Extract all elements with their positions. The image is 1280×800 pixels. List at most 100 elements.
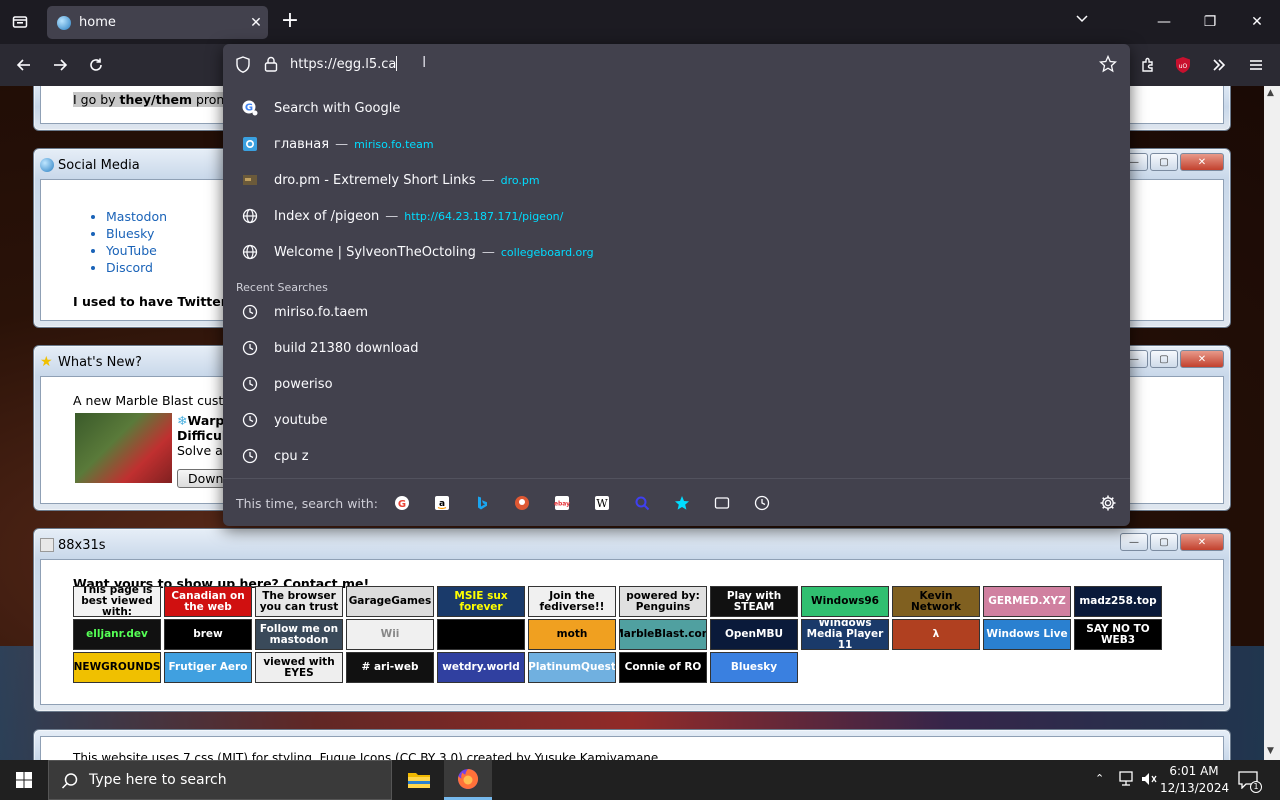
button-88x31[interactable]: elljanr.dev bbox=[73, 619, 161, 650]
maximize-icon[interactable]: ▢ bbox=[1150, 153, 1178, 171]
bookmark-star-icon[interactable] bbox=[1098, 54, 1118, 77]
button-88x31[interactable]: Follow me on mastodon bbox=[255, 619, 343, 650]
wikipedia-engine-icon[interactable]: W bbox=[592, 493, 612, 513]
clock-date: 12/13/2024 bbox=[1160, 781, 1230, 795]
suggestion-row[interactable]: Welcome | SylveonTheOctoling — collegeboar… bbox=[223, 234, 1130, 270]
recent-search-row[interactable]: miriso.fo.taem bbox=[223, 294, 1130, 330]
button-88x31[interactable]: OpenMBU bbox=[710, 619, 798, 650]
recent-search-row[interactable]: poweriso bbox=[223, 366, 1130, 402]
lock-icon[interactable] bbox=[263, 55, 279, 77]
url-input-row[interactable]: https://egg.l5.ca I bbox=[223, 44, 1130, 86]
button-88x31[interactable]: powered by: Penguins bbox=[619, 586, 707, 617]
button-88x31[interactable]: Windows Live bbox=[983, 619, 1071, 650]
button-88x31[interactable]: Canadian on the web bbox=[164, 586, 252, 617]
button-88x31[interactable]: Windows Media Player 11 bbox=[801, 619, 889, 650]
scroll-down-icon[interactable]: ▼ bbox=[1267, 746, 1274, 756]
suggestion-row[interactable]: главная — miriso.fo.team bbox=[223, 126, 1130, 162]
recent-search-row[interactable]: cpu z bbox=[223, 438, 1130, 474]
suggestion-row[interactable]: Index of /pigeon — http://64.23.187.171/pi… bbox=[223, 198, 1130, 234]
tracking-protection-shield-icon[interactable] bbox=[235, 56, 251, 78]
globe-icon bbox=[40, 158, 54, 172]
volume-icon[interactable] bbox=[1140, 771, 1158, 791]
tab-home[interactable]: home ✕ bbox=[47, 6, 268, 39]
recent-search-row[interactable]: build 21380 download bbox=[223, 330, 1130, 366]
bookmarks-star-icon[interactable] bbox=[672, 493, 692, 513]
button-88x31[interactable]: NEWGROUNDS bbox=[73, 652, 161, 683]
tabs-icon[interactable] bbox=[712, 493, 732, 513]
button-88x31[interactable]: Join the fediverse!! bbox=[528, 586, 616, 617]
more-tools-icon[interactable] bbox=[1206, 52, 1232, 78]
firefox-view-icon[interactable] bbox=[8, 10, 32, 34]
link-discord[interactable]: Discord bbox=[106, 259, 167, 276]
marble-blast-screenshot bbox=[75, 413, 172, 483]
button-88x31[interactable]: wetdry.world bbox=[437, 652, 525, 683]
recent-search-row[interactable]: youtube bbox=[223, 402, 1130, 438]
close-icon[interactable]: ✕ bbox=[1180, 533, 1224, 551]
file-explorer-icon[interactable] bbox=[395, 760, 443, 800]
new-tab-button[interactable]: + bbox=[278, 10, 302, 34]
start-button[interactable] bbox=[0, 760, 48, 800]
suggestion-row[interactable]: dro.pm - Extremely Short Links — dro.pm bbox=[223, 162, 1130, 198]
close-icon[interactable]: ✕ bbox=[1180, 350, 1224, 368]
taskbar-search-box[interactable]: Type here to search bbox=[48, 760, 392, 800]
button-88x31[interactable] bbox=[437, 619, 525, 650]
firefox-taskbar-icon[interactable] bbox=[444, 760, 492, 800]
page-scrollbar[interactable]: ▲ ▼ bbox=[1264, 86, 1280, 760]
forward-button[interactable] bbox=[47, 52, 73, 78]
amazon-engine-icon[interactable]: a bbox=[432, 493, 452, 513]
search-with-google-row[interactable]: G Search with Google bbox=[223, 90, 1130, 126]
button-88x31[interactable]: GERMED.XYZ bbox=[983, 586, 1071, 617]
link-bluesky[interactable]: Bluesky bbox=[106, 225, 167, 242]
button-88x31[interactable]: MSIE sux forever bbox=[437, 586, 525, 617]
button-88x31[interactable]: Bluesky bbox=[710, 652, 798, 683]
back-button[interactable] bbox=[11, 52, 37, 78]
google-engine-icon[interactable]: G bbox=[392, 493, 412, 513]
button-88x31[interactable]: Play with STEAM bbox=[710, 586, 798, 617]
button-88x31[interactable]: Wii bbox=[346, 619, 434, 650]
close-window-button[interactable]: ✕ bbox=[1245, 10, 1269, 34]
button-88x31[interactable]: λ bbox=[892, 619, 980, 650]
ublock-origin-icon[interactable]: uO bbox=[1170, 52, 1196, 78]
button-88x31[interactable]: GarageGames bbox=[346, 586, 434, 617]
show-hidden-icons-chevron-up-icon[interactable]: ⌃ bbox=[1095, 772, 1104, 785]
network-icon[interactable] bbox=[1117, 771, 1135, 791]
list-all-tabs-icon[interactable] bbox=[1070, 10, 1094, 34]
button-88x31[interactable]: viewed with EYES bbox=[255, 652, 343, 683]
taskbar-clock[interactable]: 6:01 AM 12/13/2024 bbox=[1160, 763, 1230, 797]
button-88x31[interactable]: PlatinumQuest bbox=[528, 652, 616, 683]
windows-taskbar: Type here to search ⌃ 6:01 AM 12/13/2024… bbox=[0, 760, 1280, 800]
button-88x31[interactable]: This page is best viewed with: bbox=[73, 586, 161, 617]
button-88x31[interactable]: moth bbox=[528, 619, 616, 650]
button-88x31[interactable]: Windows96 bbox=[801, 586, 889, 617]
minimize-window-button[interactable]: — bbox=[1152, 10, 1176, 34]
url-input[interactable]: https://egg.l5.ca bbox=[290, 56, 398, 72]
history-icon[interactable] bbox=[752, 493, 772, 513]
button-88x31[interactable]: SAY NO TO WEB3 bbox=[1074, 619, 1162, 650]
maximize-icon[interactable]: ▢ bbox=[1150, 350, 1178, 368]
button-88x31[interactable]: Kevin Network bbox=[892, 586, 980, 617]
restore-window-button[interactable]: ❐ bbox=[1198, 10, 1222, 34]
button-88x31[interactable]: MarbleBlast.com bbox=[619, 619, 707, 650]
minimize-icon[interactable]: — bbox=[1120, 533, 1148, 551]
link-youtube[interactable]: YouTube bbox=[106, 242, 167, 259]
extensions-icon[interactable] bbox=[1135, 52, 1161, 78]
search-settings-gear-icon[interactable] bbox=[1098, 493, 1118, 513]
button-88x31[interactable]: Connie of RO bbox=[619, 652, 707, 683]
reload-button[interactable] bbox=[83, 52, 109, 78]
button-88x31[interactable]: The browser you can trust bbox=[255, 586, 343, 617]
close-tab-icon[interactable]: ✕ bbox=[244, 15, 268, 31]
ebay-engine-icon[interactable]: ebay bbox=[552, 493, 572, 513]
button-88x31[interactable]: madz258.top bbox=[1074, 586, 1162, 617]
link-mastodon[interactable]: Mastodon bbox=[106, 208, 167, 225]
duckduckgo-engine-icon[interactable] bbox=[512, 493, 532, 513]
button-88x31[interactable]: brew bbox=[164, 619, 252, 650]
scroll-up-icon[interactable]: ▲ bbox=[1267, 88, 1274, 98]
close-icon[interactable]: ✕ bbox=[1180, 153, 1224, 171]
button-88x31[interactable]: # ari-web bbox=[346, 652, 434, 683]
app-menu-icon[interactable] bbox=[1243, 52, 1269, 78]
search-engine-magnifier-icon[interactable] bbox=[632, 493, 652, 513]
button-88x31[interactable]: Frutiger Aero bbox=[164, 652, 252, 683]
bing-engine-icon[interactable] bbox=[472, 493, 492, 513]
google-search-icon: G bbox=[241, 99, 259, 117]
maximize-icon[interactable]: ▢ bbox=[1150, 533, 1178, 551]
